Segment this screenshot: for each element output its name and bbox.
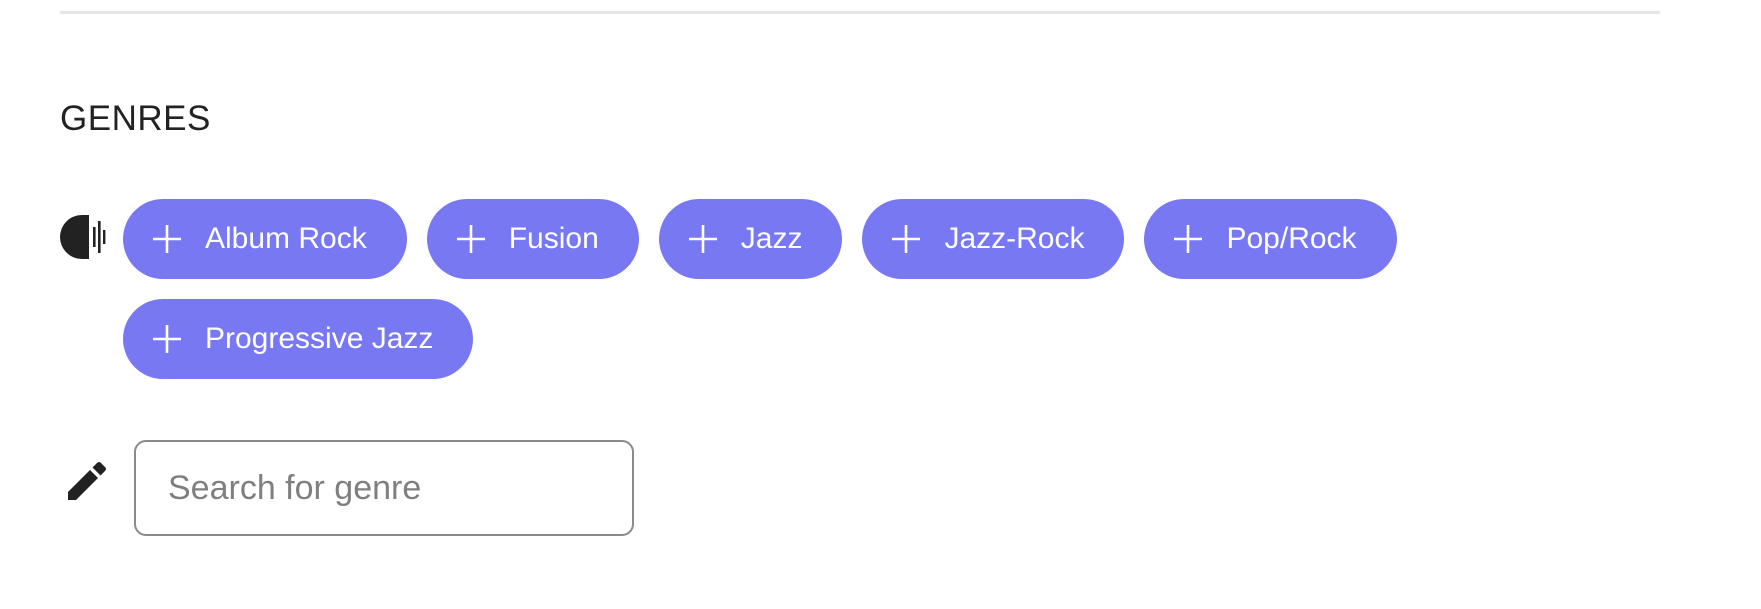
genre-tag-jazz[interactable]: Jazz (658, 199, 843, 279)
plus-icon (687, 223, 719, 255)
plus-icon (151, 223, 183, 255)
genre-tag-pop-rock[interactable]: Pop/Rock (1144, 199, 1397, 279)
section-title: GENRES (60, 99, 211, 138)
section-divider (60, 11, 1660, 14)
plus-icon (890, 223, 922, 255)
genre-waveform-icon (58, 213, 106, 261)
genre-tag-list: Album Rock Fusion Jazz Jazz-Rock Pop/Roc… (123, 199, 1403, 379)
plus-icon (1172, 223, 1204, 255)
genres-panel: GENRES Album Rock Fusion Jazz Jazz-Rock … (0, 0, 1761, 609)
genre-tag-fusion[interactable]: Fusion (426, 199, 639, 279)
genre-tag-jazz-rock[interactable]: Jazz-Rock (862, 199, 1125, 279)
pencil-icon (64, 458, 108, 502)
genre-tag-progressive-jazz[interactable]: Progressive Jazz (123, 299, 474, 379)
genre-tag-label: Album Rock (205, 222, 367, 255)
plus-icon (455, 223, 487, 255)
genre-tag-label: Progressive Jazz (205, 322, 434, 355)
genre-tag-album-rock[interactable]: Album Rock (123, 199, 407, 279)
genre-tag-label: Jazz (740, 222, 803, 255)
plus-icon (151, 323, 183, 355)
genre-search-input[interactable] (134, 440, 634, 536)
genre-tag-label: Pop/Rock (1226, 222, 1357, 255)
genre-tag-label: Fusion (508, 222, 599, 255)
genre-tag-label: Jazz-Rock (944, 222, 1085, 255)
